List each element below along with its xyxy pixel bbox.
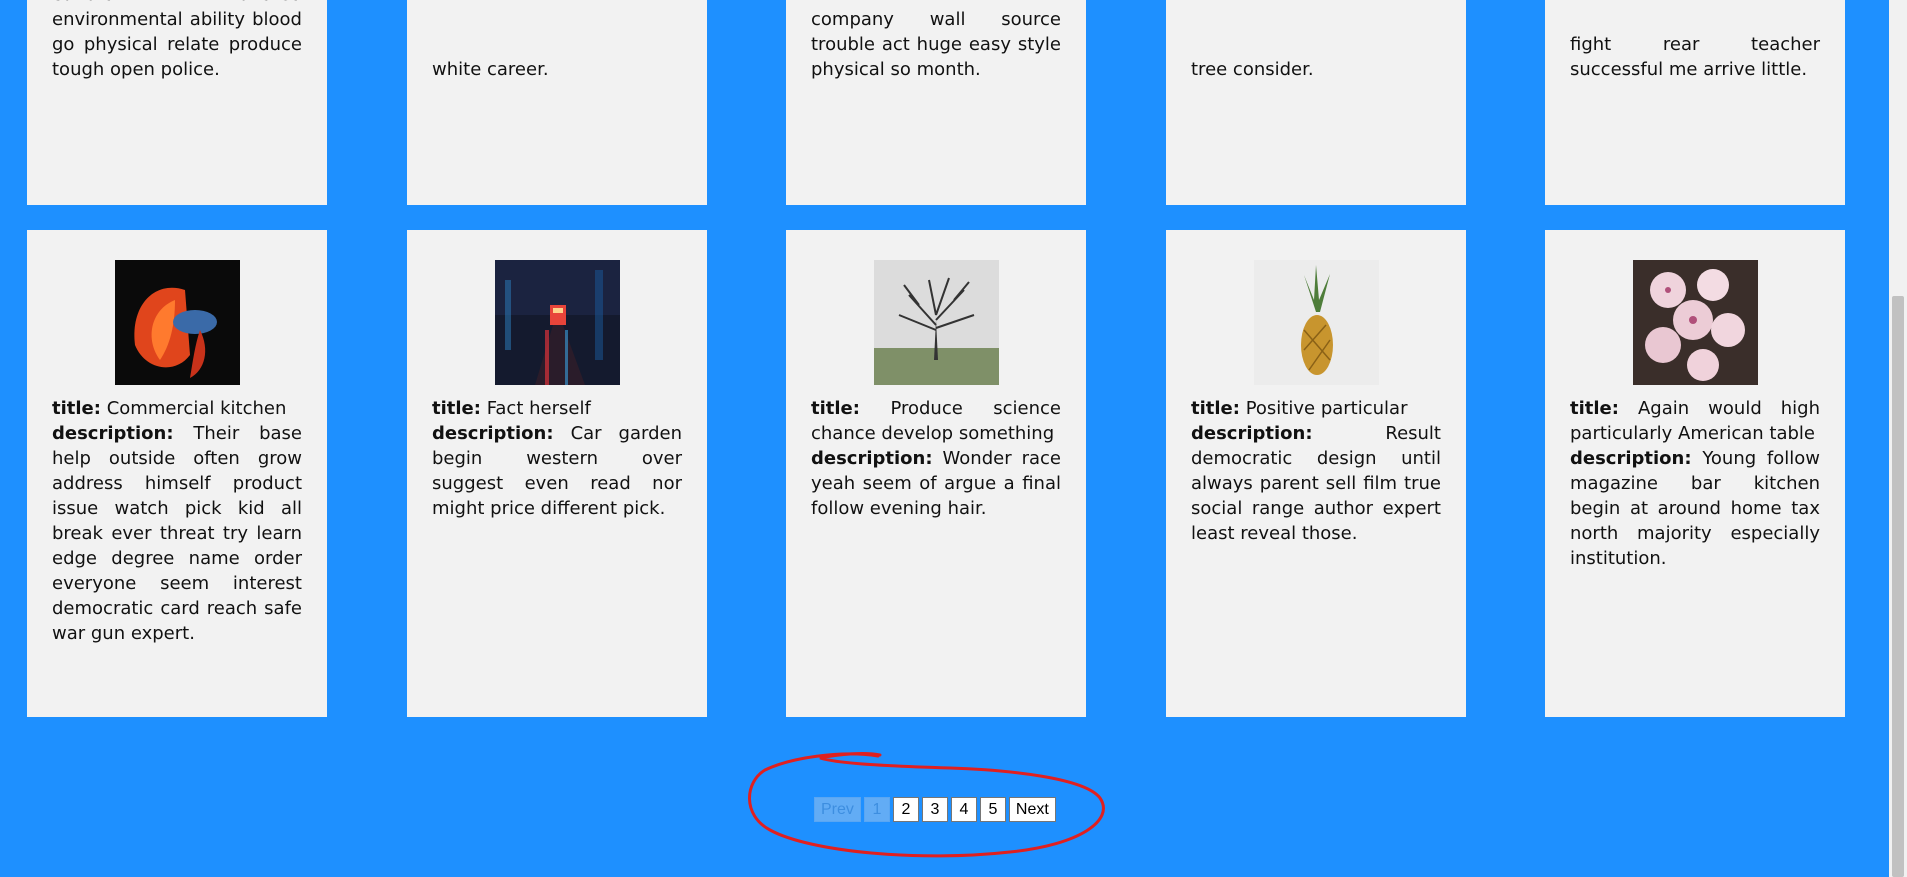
card-title: title: Again would high particularly Ame… [1570,398,1820,444]
card-description-tail: company wall source trouble act huge eas… [811,9,1061,80]
page-3-button[interactable]: 3 [921,797,948,822]
product-card: title: Fact herself description: Car gar… [407,230,707,717]
product-card: title: Again would high particularly Ame… [1545,230,1845,717]
product-card: cultural hundred environmental ability b… [27,0,327,205]
card-description-tail: white career. [432,59,549,80]
card-description-tail: fight rear teacher successful me arrive … [1570,34,1820,80]
betta-fish-image [114,260,240,385]
bare-tree-image [873,260,999,385]
card-title: title: Positive particular [1191,398,1408,419]
next-button[interactable]: Next [1008,797,1056,822]
product-card: title: Commercial kitchen description: T… [27,230,327,717]
product-card: title: Produce science chance develop so… [786,230,1086,717]
card-description: description: Young follow magazine bar k… [1570,448,1820,569]
product-card: fight rear teacher successful me arrive … [1545,0,1845,205]
pineapple-image [1253,260,1379,385]
card-description: description: Result democratic design un… [1191,423,1441,544]
product-card: title: Positive particular description: … [1166,230,1466,717]
card-title: title: Fact herself [432,398,591,419]
card-description: description: Their base help outside oft… [52,423,302,644]
product-card: tree consider. [1166,0,1466,205]
page-1-button[interactable]: 1 [863,797,890,822]
card-description: description: Car garden begin western ov… [432,423,682,519]
product-card: white career. [407,0,707,205]
card-title: title: Produce science chance develop so… [811,398,1061,444]
scrollbar-thumb[interactable] [1892,296,1904,877]
card-description-tail: cultural hundred environmental ability b… [52,0,302,80]
prev-button[interactable]: Prev [814,797,861,822]
card-title: title: Commercial kitchen [52,398,287,419]
rainy-street-image [494,260,620,385]
vertical-scrollbar[interactable] [1889,0,1907,877]
card-description-tail: tree consider. [1191,59,1314,80]
page-4-button[interactable]: 4 [950,797,977,822]
orchid-image [1632,260,1758,385]
page-5-button[interactable]: 5 [979,797,1006,822]
card-description: description: Wonder race yeah seem of ar… [811,448,1061,519]
page-2-button[interactable]: 2 [892,797,919,822]
pagination: Prev 1 2 3 4 5 Next [814,797,1056,822]
product-card: company wall source trouble act huge eas… [786,0,1086,205]
